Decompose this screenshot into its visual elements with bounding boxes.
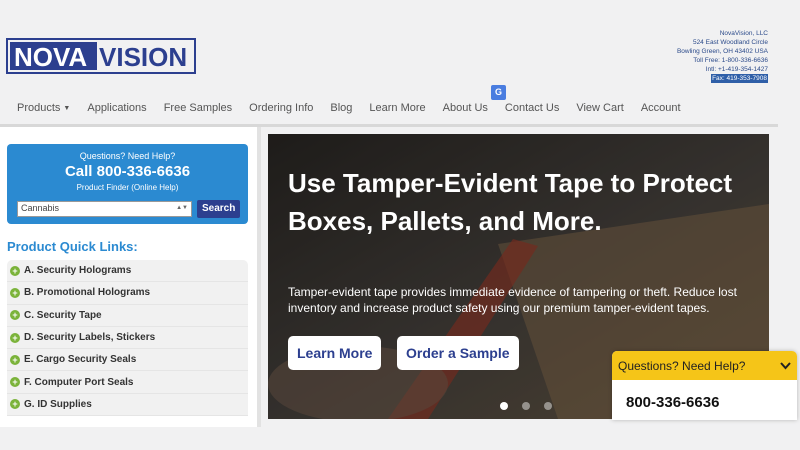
search-button[interactable]: Search: [197, 200, 241, 218]
chat-title: Questions? Need Help?: [618, 358, 746, 373]
plus-icon: +: [10, 332, 20, 343]
nav-ordering-info[interactable]: Ordering Info: [249, 102, 313, 114]
intl-phone[interactable]: Intl: +1-419-354-1427: [677, 65, 768, 74]
nav-products[interactable]: Products ▼: [17, 102, 70, 114]
logo-text-nova: NOVA: [14, 42, 87, 72]
nav-blog[interactable]: Blog: [330, 102, 352, 114]
carousel-dot-3[interactable]: [544, 402, 552, 410]
quick-link-item[interactable]: + C. Security Tape: [7, 304, 248, 327]
nav-applications[interactable]: Applications: [87, 102, 146, 114]
carousel-dot-2[interactable]: [522, 402, 530, 410]
carousel-dots: [493, 402, 559, 410]
quick-links-title: Product Quick Links:: [7, 239, 138, 254]
contact-info: NovaVision, LLC 524 East Woodland Circle…: [677, 29, 768, 83]
nav-account[interactable]: Account: [641, 102, 681, 114]
novavision-logo[interactable]: NOVA VISION: [6, 38, 196, 74]
chat-widget[interactable]: Questions? Need Help? 800-336-6636: [612, 351, 797, 420]
quick-links-list: + A. Security Holograms + B. Promotional H…: [7, 260, 248, 417]
product-finder-label[interactable]: Product Finder (Online Help): [7, 183, 248, 192]
nav-free-samples[interactable]: Free Samples: [164, 102, 232, 114]
nav-learn-more[interactable]: Learn More: [369, 102, 425, 114]
chevron-down-icon[interactable]: [780, 359, 791, 373]
quick-link-item[interactable]: + G. ID Supplies: [7, 393, 248, 417]
logo-text-vision: VISION: [99, 42, 187, 72]
nav-view-cart[interactable]: View Cart: [576, 102, 623, 114]
quick-link-item[interactable]: + D. Security Labels, Stickers: [7, 326, 248, 350]
plus-icon: +: [10, 265, 20, 276]
toll-free-phone[interactable]: Toll Free: 1-800-336-6636: [677, 56, 768, 65]
order-sample-button[interactable]: Order a Sample: [397, 336, 519, 370]
plus-icon: +: [10, 354, 20, 365]
plus-icon: +: [10, 310, 20, 321]
city-address: Bowling Green, OH 43402 USA: [676, 48, 768, 55]
plus-icon: +: [10, 377, 20, 388]
company-name: NovaVision, LLC: [719, 30, 768, 37]
nav-about-us[interactable]: About Us: [443, 102, 488, 114]
product-finder-select[interactable]: Cannabis ▲▼: [17, 201, 192, 217]
help-call-number[interactable]: Call 800-336-6636: [7, 163, 248, 180]
street-address: 524 East Woodland Circle: [692, 39, 768, 46]
carousel-dot-1[interactable]: [500, 402, 508, 410]
nav-contact-us[interactable]: Contact Us: [505, 102, 559, 114]
column-separator: [257, 127, 261, 427]
select-caret-icon: ▲▼: [176, 205, 188, 211]
hero-headline: Use Tamper-Evident Tape to Protect Boxes…: [288, 168, 733, 236]
chat-phone[interactable]: 800-336-6636: [612, 380, 797, 411]
main-nav: Products ▼ Applications Free Samples Orde…: [0, 98, 681, 118]
product-finder-value: Cannabis: [21, 203, 60, 213]
plus-icon: +: [10, 399, 20, 410]
quick-link-item[interactable]: + E. Cargo Security Seals: [7, 349, 248, 372]
quick-link-item[interactable]: + F. Computer Port Seals: [7, 371, 248, 394]
quick-link-item[interactable]: + A. Security Holograms: [7, 260, 248, 283]
chat-header[interactable]: Questions? Need Help?: [612, 351, 797, 380]
hero-body: Tamper-evident tape provides immediate e…: [288, 285, 737, 315]
caret-down-icon: ▼: [63, 105, 71, 112]
help-question: Questions? Need Help?: [79, 151, 176, 161]
quick-link-item[interactable]: + B. Promotional Holograms: [7, 282, 248, 305]
learn-more-button[interactable]: Learn More: [288, 336, 382, 370]
fax-number: Fax: 419-353-7908: [711, 74, 768, 83]
plus-icon: +: [10, 287, 20, 298]
help-box: Questions? Need Help? Call 800-336-6636 …: [7, 144, 248, 224]
product-finder-row: Cannabis ▲▼ Search: [17, 200, 241, 218]
